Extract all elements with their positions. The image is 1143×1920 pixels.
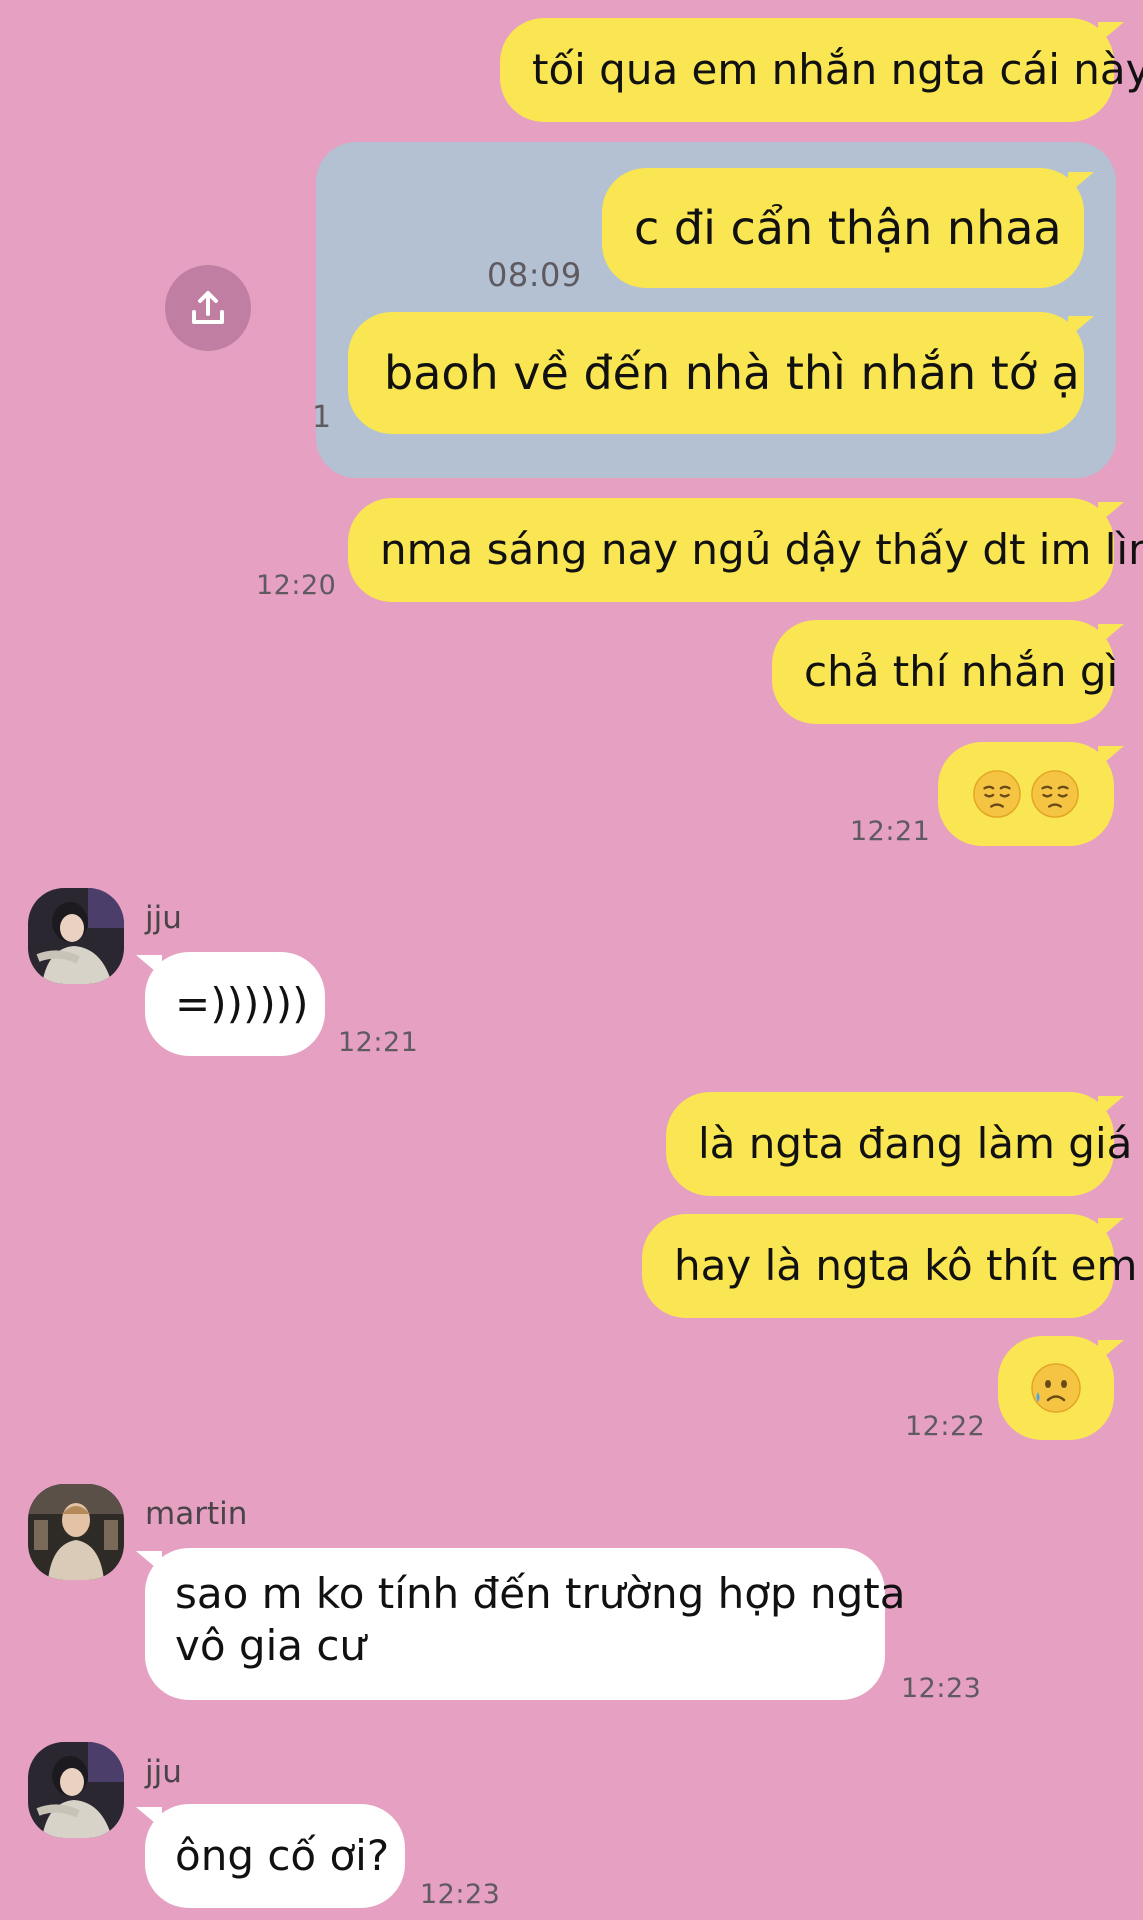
- avatar-jju[interactable]: [28, 888, 124, 984]
- timestamp: 12:23: [901, 1673, 982, 1704]
- bubble-tail: [1068, 172, 1094, 194]
- bubble-tail: [1098, 624, 1124, 646]
- share-button[interactable]: [165, 265, 251, 351]
- timestamp: 12:22: [905, 1411, 986, 1442]
- message-bubble-outgoing[interactable]: chả thí nhắn gì: [772, 620, 1118, 724]
- message-text-line-1: sao m ko tính đến trường hợp ngta: [175, 1569, 906, 1618]
- message-bubble-outgoing-emoji[interactable]: [938, 742, 1114, 846]
- message-text: c đi cẩn thận nhaa: [634, 201, 1062, 255]
- bubble-tail: [1098, 746, 1124, 768]
- message-text-line-2: vô gia cư: [175, 1621, 367, 1670]
- pensive-face-icon: [1031, 770, 1079, 818]
- message-text: tối qua em nhắn ngta cái này: [532, 45, 1143, 94]
- avatar-image: [28, 1484, 124, 1580]
- message-text: baoh về đến nhà thì nhắn tớ ạ: [384, 346, 1080, 400]
- sender-name: martin: [145, 1496, 248, 1532]
- message-bubble-outgoing[interactable]: là ngta đang làm giá: [666, 1092, 1132, 1196]
- timestamp: 12:21: [850, 816, 931, 847]
- message-bubble-outgoing[interactable]: nma sáng nay ngủ dậy thấy dt im lìm: [348, 498, 1143, 602]
- sender-name: jju: [145, 900, 182, 936]
- avatar-image: [28, 1742, 124, 1838]
- message-text: hay là ngta kô thít em: [674, 1241, 1138, 1290]
- sender-name: jju: [145, 1754, 182, 1790]
- bubble-tail: [1098, 502, 1124, 524]
- timestamp: 12:23: [420, 1879, 501, 1910]
- pensive-face-icon: [973, 770, 1021, 818]
- message-bubble-outgoing[interactable]: hay là ngta kô thít em: [642, 1214, 1137, 1318]
- bubble-tail: [1068, 316, 1094, 338]
- timestamp: 12:20: [256, 570, 337, 601]
- message-text: nma sáng nay ngủ dậy thấy dt im lìm: [380, 525, 1143, 574]
- message-bubble-incoming[interactable]: ông cố ơi?: [145, 1804, 405, 1908]
- message-bubble-incoming[interactable]: sao m ko tính đến trường hợp ngta vô gia…: [145, 1548, 906, 1700]
- bubble-tail: [136, 1551, 162, 1573]
- message-text: ông cố ơi?: [175, 1831, 390, 1880]
- read-count: 1: [312, 400, 332, 435]
- message-text: là ngta đang làm giá: [698, 1119, 1133, 1168]
- bubble-tail: [1098, 1096, 1124, 1118]
- quoted-bubble-2: baoh về đến nhà thì nhắn tớ ạ: [348, 312, 1084, 434]
- timestamp: 12:21: [338, 1027, 419, 1058]
- bubble-tail: [1098, 22, 1124, 44]
- message-bubble-incoming[interactable]: =)))))): [145, 952, 325, 1056]
- bubble-tail: [136, 955, 162, 977]
- avatar-image: [28, 888, 124, 984]
- message-bubble-outgoing[interactable]: tối qua em nhắn ngta cái này: [500, 18, 1143, 122]
- bubble-tail: [1098, 1218, 1124, 1240]
- bubble-tail: [136, 1807, 162, 1829]
- bubble-tail: [1098, 1340, 1124, 1362]
- avatar-martin[interactable]: [28, 1484, 124, 1580]
- timestamp: 08:09: [487, 256, 582, 294]
- message-bubble-outgoing-emoji[interactable]: [998, 1336, 1114, 1440]
- avatar-jju[interactable]: [28, 1742, 124, 1838]
- message-text: =)))))): [175, 979, 309, 1028]
- quoted-bubble-1: c đi cẩn thận nhaa: [602, 168, 1084, 288]
- sad-sweat-face-icon: [1031, 1363, 1081, 1413]
- message-text: chả thí nhắn gì: [804, 647, 1119, 696]
- share-upload-icon: [192, 291, 224, 324]
